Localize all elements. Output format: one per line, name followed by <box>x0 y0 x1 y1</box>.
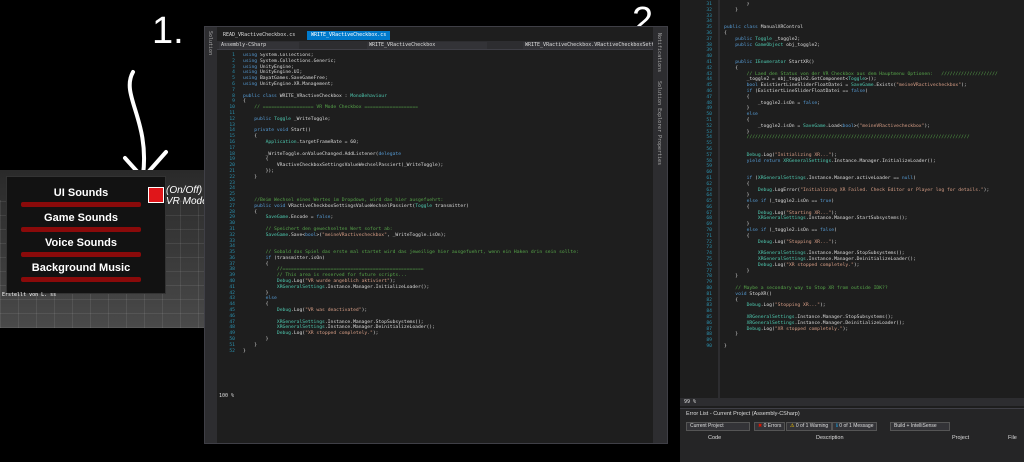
code-editor[interactable]: using System.Collections; using System.Co… <box>243 53 653 354</box>
messages-filter[interactable]: ℹ 0 of 1 Message <box>832 422 878 431</box>
line-numbers-2: 31 32 33 34 35 36 37 38 39 40 41 42 43 44 45 46 47 48 49 50… <box>680 2 712 350</box>
voice-sounds-button[interactable]: Voice Sounds <box>21 235 141 257</box>
info-icon: ℹ <box>836 423 838 429</box>
class-dropdown[interactable]: WRITE_VRactiveCheckbox <box>367 42 487 49</box>
annotation-number-1: 1. <box>152 10 184 52</box>
visual-studio-window-2: 31 32 33 34 35 36 37 38 39 40 41 42 43 44 45 46 47 48 49 50… <box>680 0 1024 462</box>
tab-read-checkbox[interactable]: READ_VRactiveCheckbox.cs <box>219 31 299 40</box>
code-line[interactable]: } <box>243 349 653 355</box>
ui-sounds-button[interactable]: UI Sounds <box>21 185 141 207</box>
line-number: 90 <box>706 344 712 350</box>
right-tool-tabs: Notifications Solution Explorer Properti… <box>653 27 667 443</box>
errors-filter[interactable]: ✖ 0 Errors <box>754 422 786 431</box>
warnings-filter[interactable]: ⚠ 0 of 1 Warning <box>786 422 833 431</box>
game-sounds-button[interactable]: Game Sounds <box>21 210 141 232</box>
vr-mode-label: (On/Off) VR Mode <box>166 185 208 207</box>
zoom-level[interactable]: 100 % <box>219 393 234 399</box>
col-code[interactable]: Code <box>708 435 721 441</box>
line-numbers: 1 2 3 4 5 6 7 8 9 10 11 12 13 14 15 16 17 18 19 20 21 22 23 24 2… <box>219 53 235 354</box>
error-list: Error List - Current Project (Assembly-C… <box>680 408 1024 462</box>
notifications-tab[interactable]: Notifications <box>656 33 662 72</box>
error-list-title: Error List - Current Project (Assembly-C… <box>686 411 800 417</box>
code-line[interactable]: } <box>724 344 1022 350</box>
warning-icon: ⚠ <box>790 423 795 429</box>
member-dropdown[interactable]: WRITE_VRactiveCheckbox.VRactiveCheckboxS… <box>523 42 653 49</box>
line-number: 52 <box>229 348 235 354</box>
solution-side-tab[interactable]: Solution <box>205 27 217 443</box>
game-footer-text: Erstellt von L. ss <box>2 292 57 298</box>
properties-tab[interactable]: Properties <box>656 135 662 165</box>
code-line[interactable]: Debug.LogError("Initializing XR Failed. … <box>724 188 1022 194</box>
error-icon: ✖ <box>758 423 763 429</box>
navigation-bar: Assembly-CSharp WRITE_VRactiveCheckbox W… <box>217 41 655 50</box>
vr-mode-checkbox[interactable] <box>148 187 164 203</box>
margin-bar <box>718 0 720 398</box>
code-editor-2[interactable]: } }​​public class ManualXRControl{ publi… <box>724 2 1022 350</box>
background-music-button[interactable]: Background Music <box>21 260 141 282</box>
zoom-level-2[interactable]: 99 % <box>680 399 696 405</box>
tab-write-checkbox[interactable]: WRITE_VRactiveCheckbox.cs <box>307 31 391 40</box>
visual-studio-window: Solution READ_VRactiveCheckbox.cs WRITE_… <box>204 26 668 444</box>
scope-dropdown[interactable]: Current Project <box>686 422 750 431</box>
options-menu: UI Sounds Game Sounds Voice Sounds Backg… <box>6 176 166 294</box>
col-project[interactable]: Project <box>952 435 969 441</box>
project-dropdown[interactable]: Assembly-CSharp <box>219 42 299 49</box>
col-file[interactable]: File <box>1008 435 1017 441</box>
status-bar: 99 % <box>680 398 1024 406</box>
col-description[interactable]: Description <box>816 435 844 441</box>
build-dropdown[interactable]: Build + IntelliSense <box>890 422 950 431</box>
solution-explorer-tab[interactable]: Solution Explorer <box>656 81 662 132</box>
